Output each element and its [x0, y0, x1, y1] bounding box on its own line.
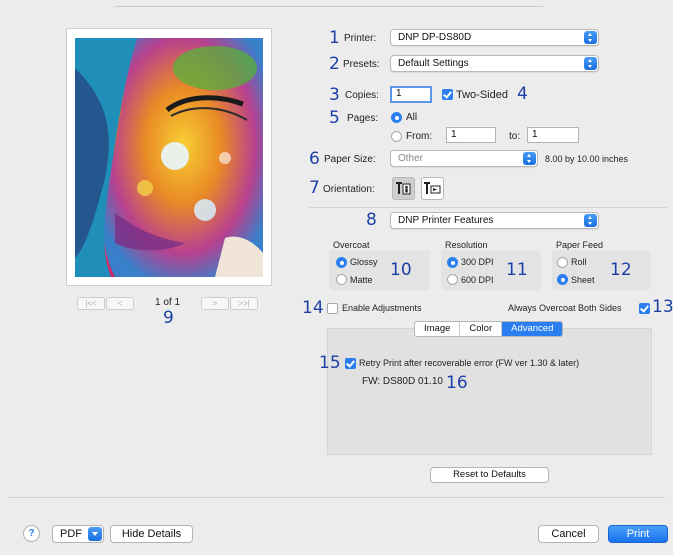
pages-all-radio[interactable] — [391, 112, 402, 123]
print-button[interactable]: Print — [608, 525, 668, 543]
overcoat-matte-label: Matte — [350, 275, 373, 285]
overcoat-glossy-radio[interactable] — [336, 257, 347, 268]
tab-panel — [327, 328, 652, 455]
annotation-6: 6 — [309, 149, 320, 169]
resolution-300-label: 300 DPI — [461, 257, 494, 267]
paper-feed-roll-radio[interactable] — [557, 257, 568, 268]
pages-from-field[interactable]: 1 — [446, 127, 496, 143]
annotation-12: 12 — [610, 260, 632, 280]
chevron-down-icon — [88, 527, 102, 541]
nav-last-button[interactable]: >>| — [230, 297, 258, 310]
tab-segmented-control: Image Color Advanced — [414, 321, 564, 337]
overcoat-matte-radio[interactable] — [336, 274, 347, 285]
presets-popup[interactable]: Default Settings — [390, 55, 599, 72]
annotation-9: 9 — [163, 308, 174, 328]
annotation-7: 7 — [309, 178, 320, 198]
chevron-updown-icon — [584, 214, 597, 227]
pdf-label: PDF — [60, 528, 82, 540]
pages-all-label: All — [406, 112, 418, 123]
annotation-8: 8 — [366, 210, 377, 230]
paper-size-label: Paper Size: — [324, 154, 376, 165]
paper-size-value: Other — [398, 153, 424, 164]
landscape-orientation-button[interactable] — [421, 177, 444, 200]
pages-label: Pages: — [347, 113, 379, 124]
preview-image — [75, 38, 263, 277]
copies-label: Copies: — [345, 90, 379, 101]
pages-from-label: From: — [406, 131, 433, 142]
overcoat-glossy-label: Glossy — [350, 257, 378, 267]
paper-feed-title: Paper Feed — [556, 240, 604, 250]
resolution-600-label: 600 DPI — [461, 275, 494, 285]
enable-adjustments-label: Enable Adjustments — [342, 303, 422, 313]
paper-dimensions: 8.00 by 10.00 inches — [545, 154, 629, 164]
page-indicator: 1 of 1 — [155, 297, 181, 308]
pages-from-radio[interactable] — [391, 131, 402, 142]
annotation-13: 13 — [652, 297, 673, 317]
annotation-16: 16 — [446, 373, 468, 393]
hide-details-button[interactable]: Hide Details — [110, 525, 193, 543]
firmware-version: FW: DS80D 01.10 — [362, 376, 443, 387]
paper-feed-group — [552, 250, 651, 290]
printer-popup[interactable]: DNP DP-DS80D — [390, 29, 599, 46]
help-icon[interactable]: ? — [23, 525, 40, 542]
always-overcoat-checkbox[interactable] — [639, 303, 650, 314]
top-border — [115, 6, 543, 7]
chevron-updown-icon — [523, 152, 536, 165]
retry-print-label: Retry Print after recoverable error (FW … — [359, 358, 580, 368]
annotation-11: 11 — [506, 260, 528, 280]
annotation-1: 1 — [329, 28, 340, 48]
tab-image[interactable]: Image — [415, 322, 461, 336]
overcoat-title: Overcoat — [333, 240, 370, 250]
pages-to-field[interactable]: 1 — [527, 127, 579, 143]
landscape-orientation-icon — [424, 182, 441, 194]
portrait-orientation-icon — [396, 182, 411, 195]
chevron-updown-icon — [584, 57, 597, 70]
chevron-updown-icon — [584, 31, 597, 44]
annotation-4: 4 — [517, 84, 528, 104]
annotation-14: 14 — [302, 298, 324, 318]
copies-field[interactable]: 1 — [390, 86, 432, 103]
printer-label: Printer: — [344, 33, 377, 44]
nav-first-button[interactable]: |<< — [77, 297, 105, 310]
paper-feed-sheet-radio[interactable] — [557, 274, 568, 285]
paper-size-popup[interactable]: Other — [390, 150, 538, 167]
paper-feed-sheet-label: Sheet — [571, 275, 595, 285]
presets-value: Default Settings — [398, 58, 469, 69]
two-sided-label: Two-Sided — [456, 89, 508, 101]
tab-color[interactable]: Color — [460, 322, 503, 336]
printer-value: DNP DP-DS80D — [398, 32, 472, 43]
two-sided-checkbox[interactable] — [442, 89, 453, 100]
retry-print-checkbox[interactable] — [345, 358, 356, 369]
tab-advanced[interactable]: Advanced — [502, 322, 563, 336]
section-popup-value: DNP Printer Features — [398, 215, 494, 226]
annotation-10: 10 — [390, 260, 412, 280]
orientation-label: Orientation: — [323, 184, 375, 195]
annotation-3: 3 — [329, 85, 340, 105]
cancel-button[interactable]: Cancel — [538, 525, 599, 543]
section-popup[interactable]: DNP Printer Features — [390, 212, 599, 229]
resolution-300-radio[interactable] — [447, 257, 458, 268]
resolution-title: Resolution — [445, 240, 488, 250]
resolution-600-radio[interactable] — [447, 274, 458, 285]
section-divider — [309, 207, 667, 208]
presets-label: Presets: — [343, 59, 380, 70]
annotation-5: 5 — [329, 108, 340, 128]
bottom-divider — [8, 497, 665, 498]
pages-to-label: to: — [509, 131, 521, 142]
paper-feed-roll-label: Roll — [571, 257, 587, 267]
portrait-orientation-button[interactable] — [392, 177, 415, 200]
always-overcoat-label: Always Overcoat Both Sides — [508, 303, 622, 313]
pdf-menu-button[interactable]: PDF — [52, 525, 104, 543]
nav-next-button[interactable]: > — [201, 297, 229, 310]
annotation-15: 15 — [319, 353, 341, 373]
preview-page — [66, 28, 272, 286]
reset-to-defaults-button[interactable]: Reset to Defaults — [430, 467, 549, 483]
enable-adjustments-checkbox[interactable] — [327, 303, 338, 314]
nav-prev-button[interactable]: < — [106, 297, 134, 310]
annotation-2: 2 — [329, 54, 340, 74]
